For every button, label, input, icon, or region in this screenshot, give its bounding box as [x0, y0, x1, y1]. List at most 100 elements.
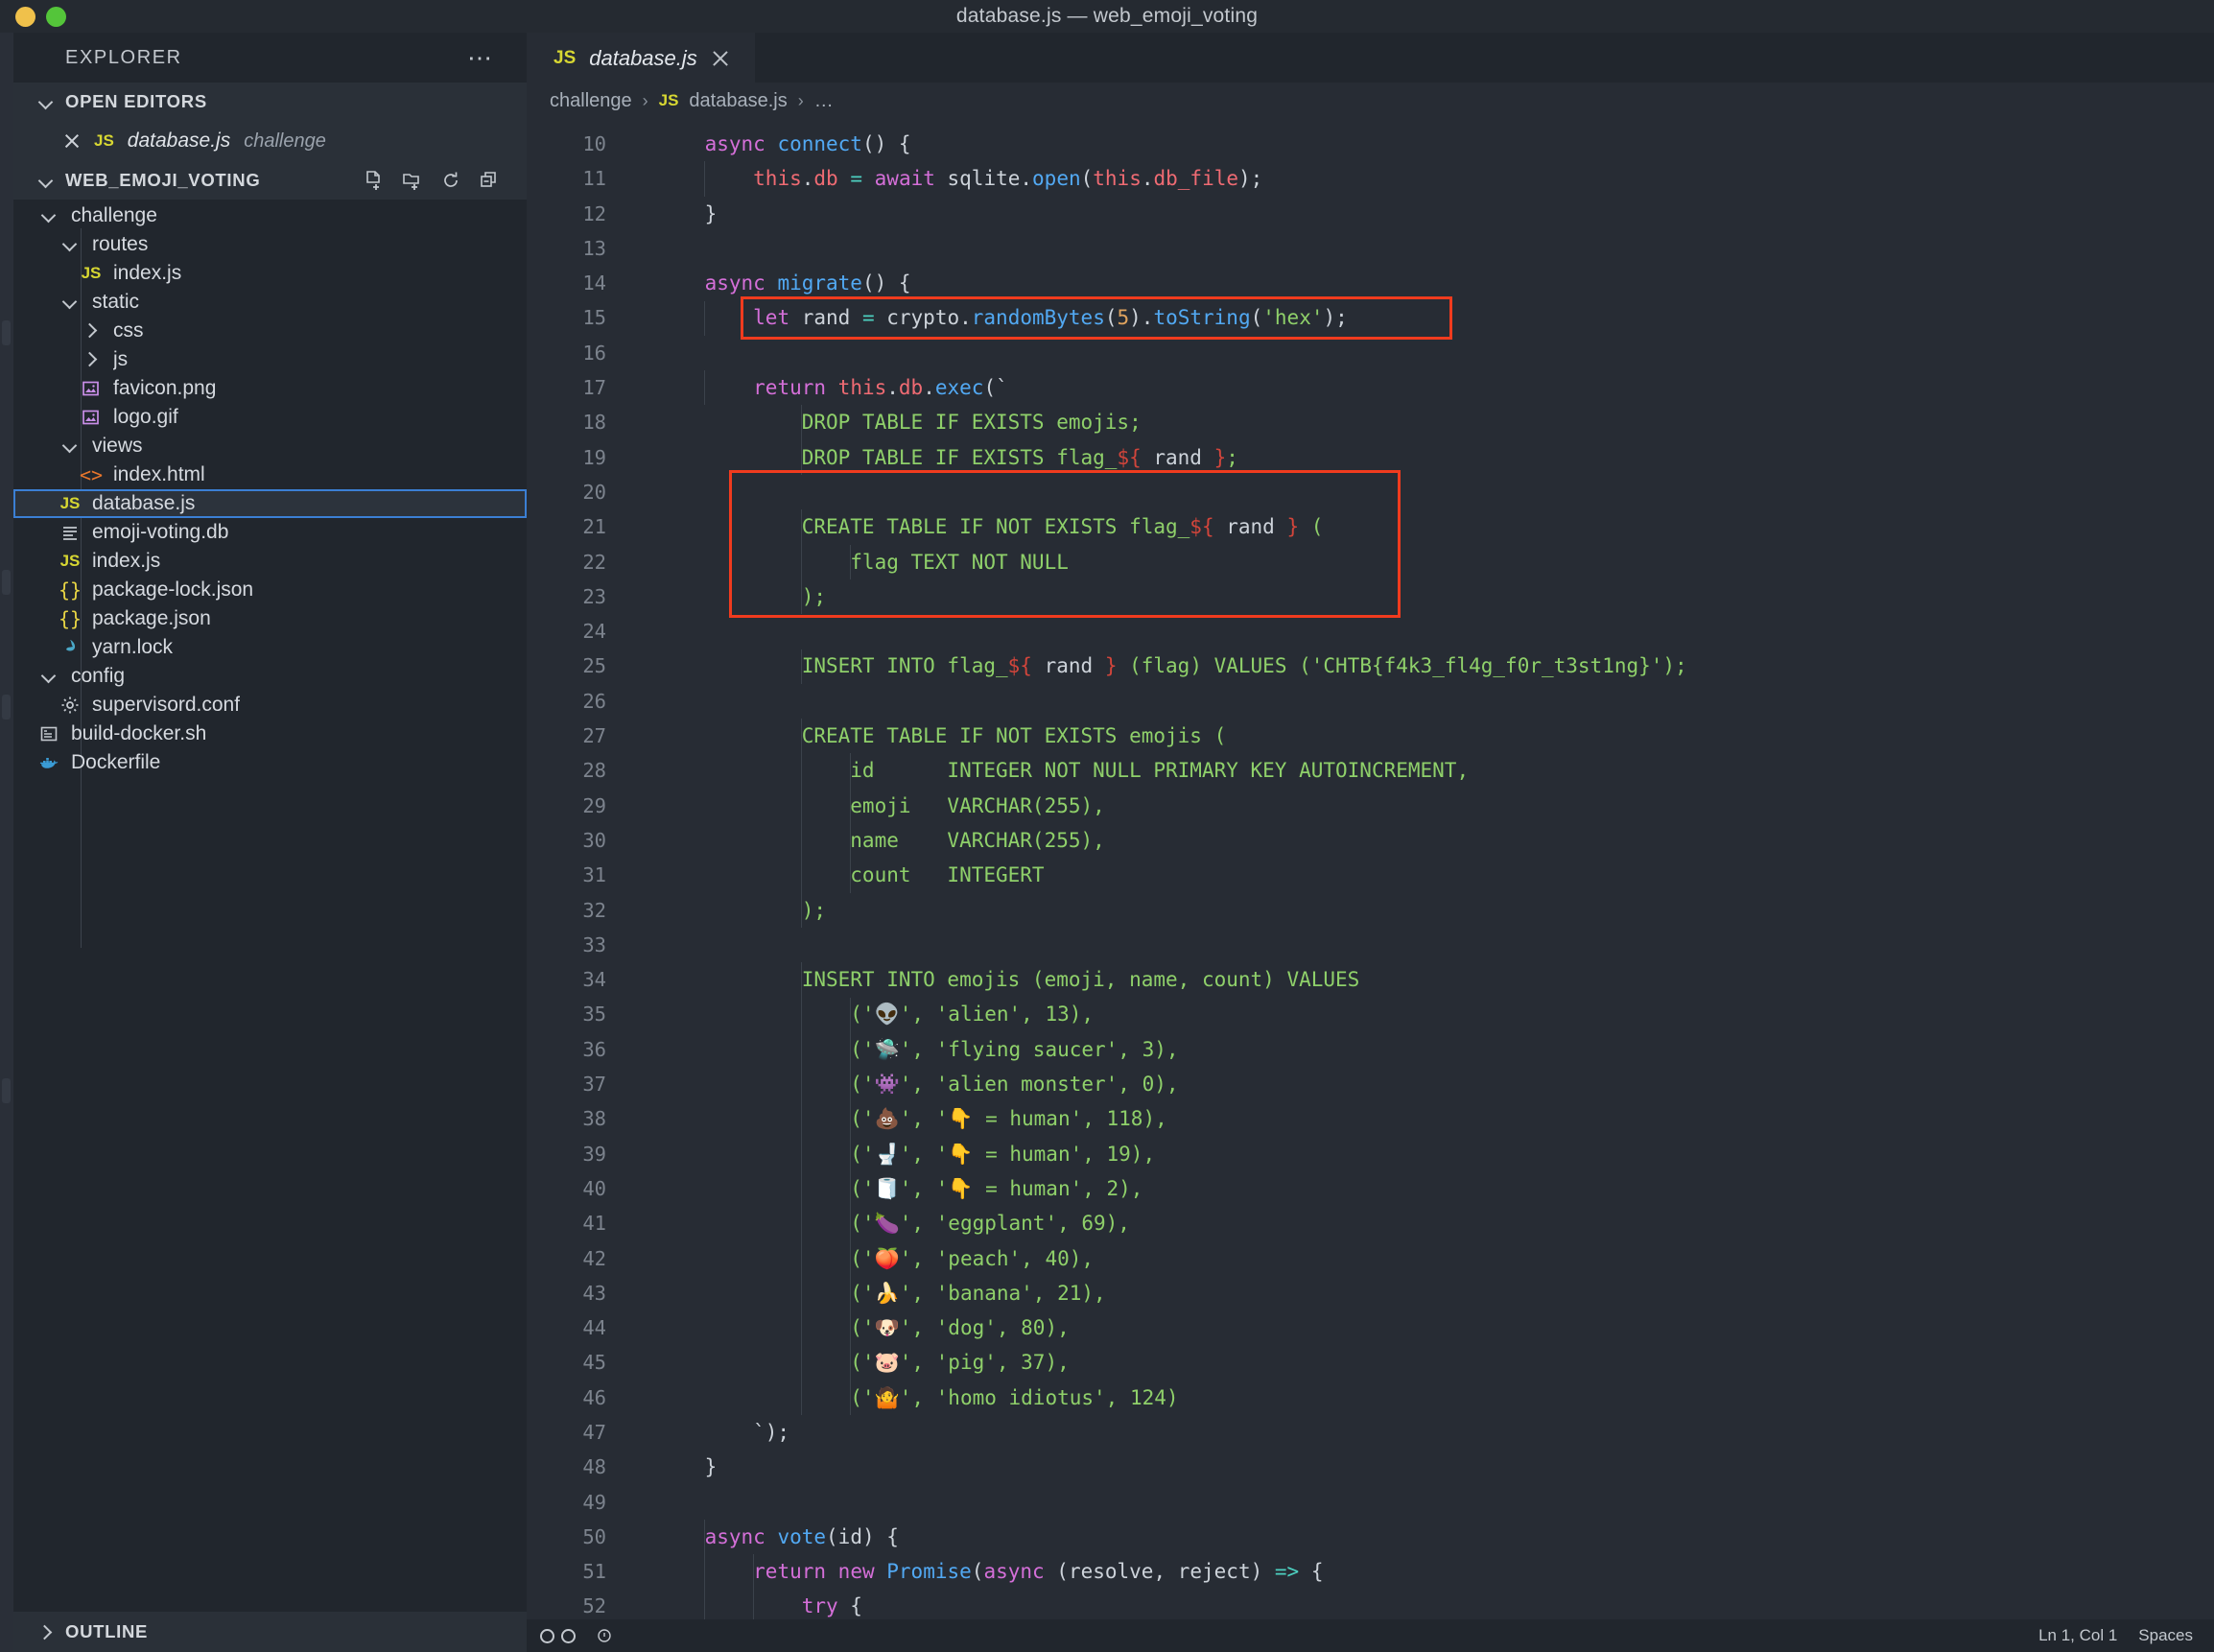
line-number: 30: [582, 828, 606, 852]
breadcrumb-item-folder[interactable]: challenge: [550, 90, 632, 112]
code-line[interactable]: ('🐶', 'dog', 80),: [656, 1310, 2214, 1345]
code-line[interactable]: [656, 928, 2214, 962]
code-line[interactable]: [656, 475, 2214, 509]
editor-tab-bar[interactable]: JS database.js: [527, 33, 2214, 83]
docker-icon: [36, 751, 61, 774]
line-number: 40: [582, 1176, 606, 1200]
code-token: ('🤷', 'homo idiotus', 124): [656, 1385, 1179, 1409]
tree-file-index-js[interactable]: JS index.js: [13, 547, 527, 576]
code-line[interactable]: ('🍑', 'peach', 40),: [656, 1241, 2214, 1276]
chevron-down-icon: [58, 236, 82, 253]
code-line[interactable]: CREATE TABLE IF NOT EXISTS flag_${ rand …: [656, 509, 2214, 544]
tree-file-package-json[interactable]: {} package.json: [13, 604, 527, 633]
code-line[interactable]: ('🚽', '👇 = human', 19),: [656, 1137, 2214, 1171]
breadcrumb-item-symbol[interactable]: …: [814, 90, 834, 112]
tab-database-js[interactable]: JS database.js: [527, 33, 755, 83]
tree-file-package-lock-json[interactable]: {} package-lock.json: [13, 576, 527, 604]
code-line[interactable]: ('🛸', 'flying saucer', 3),: [656, 1032, 2214, 1067]
collapse-all-icon[interactable]: [479, 170, 500, 191]
tree-file-yarn-lock[interactable]: yarn.lock: [13, 633, 527, 662]
open-editor-item-database-js[interactable]: JS database.js challenge: [13, 121, 527, 161]
code-token: ('🛸', 'flying saucer', 3),: [656, 1037, 1179, 1061]
status-bar[interactable]: Ln 1, Col 1 Spaces: [527, 1619, 2214, 1652]
tree-folder-config[interactable]: config: [13, 662, 527, 691]
breadcrumb[interactable]: challenge › JS database.js › …: [527, 83, 2214, 119]
code-line[interactable]: async vote(id) {: [656, 1520, 2214, 1554]
code-token: rand: [1031, 654, 1105, 678]
code-line[interactable]: [656, 231, 2214, 266]
file-tree[interactable]: challenge routes JS index.js static css js favi…: [13, 200, 527, 1612]
code-line[interactable]: [656, 336, 2214, 370]
code-line[interactable]: ('👽', 'alien', 13),: [656, 997, 2214, 1031]
tree-file-logo-gif[interactable]: logo.gif: [13, 403, 527, 432]
code-line[interactable]: id INTEGER NOT NULL PRIMARY KEY AUTOINCR…: [656, 753, 2214, 788]
code-line[interactable]: count INTEGERT: [656, 858, 2214, 892]
tree-folder-css[interactable]: css: [13, 317, 527, 345]
code-line[interactable]: DROP TABLE IF EXISTS emojis;: [656, 405, 2214, 439]
code-line[interactable]: INSERT INTO flag_${ rand } (flag) VALUES…: [656, 649, 2214, 683]
tree-file-dockerfile[interactable]: Dockerfile: [13, 748, 527, 777]
new-folder-icon[interactable]: [402, 170, 423, 191]
code-line[interactable]: [656, 614, 2214, 649]
code-line[interactable]: CREATE TABLE IF NOT EXISTS emojis (: [656, 719, 2214, 753]
code-line[interactable]: ('💩', '👇 = human', 118),: [656, 1101, 2214, 1136]
cursor-position[interactable]: Ln 1, Col 1: [2038, 1626, 2117, 1645]
indent-guide: [752, 1554, 754, 1619]
tree-folder-js[interactable]: js: [13, 345, 527, 374]
code-line[interactable]: INSERT INTO emojis (emoji, name, count) …: [656, 962, 2214, 997]
code-editor[interactable]: 10 11 12 13 14 15 16 17 18 19 20 21 22 23 24 25 26 27 28 29…: [527, 119, 2214, 1619]
code-line[interactable]: name VARCHAR(255),: [656, 823, 2214, 858]
tree-folder-routes[interactable]: routes: [13, 230, 527, 259]
ellipsis-icon[interactable]: ⋯: [467, 45, 494, 70]
open-editors-section-header[interactable]: OPEN EDITORS: [13, 83, 527, 121]
tree-folder-views[interactable]: views: [13, 432, 527, 460]
tree-file-favicon-png[interactable]: favicon.png: [13, 374, 527, 403]
outline-section-header[interactable]: OUTLINE: [13, 1612, 527, 1652]
tree-file-emoji-voting-db[interactable]: emoji-voting.db: [13, 518, 527, 547]
code-line[interactable]: ('🧻', '👇 = human', 2),: [656, 1171, 2214, 1206]
tree-file-supervisord-conf[interactable]: supervisord.conf: [13, 691, 527, 720]
tree-file-index-html[interactable]: <> index.html: [13, 460, 527, 489]
code-line[interactable]: let rand = crypto.randomBytes(5).toStrin…: [656, 300, 2214, 335]
code-line[interactable]: return new Promise(async (resolve, rejec…: [656, 1554, 2214, 1589]
code-line[interactable]: `);: [656, 1415, 2214, 1450]
code-line[interactable]: emoji VARCHAR(255),: [656, 789, 2214, 823]
code-line[interactable]: async migrate() {: [656, 266, 2214, 300]
tree-file-build-docker-sh[interactable]: build-docker.sh: [13, 720, 527, 748]
indentation-setting[interactable]: Spaces: [2138, 1626, 2193, 1645]
code-content[interactable]: async connect() { this.db = await sqlite…: [627, 119, 2214, 1619]
code-line[interactable]: ('🤷', 'homo idiotus', 124): [656, 1381, 2214, 1415]
tree-file-index-js[interactable]: JS index.js: [13, 259, 527, 288]
breadcrumb-item-file[interactable]: database.js: [689, 90, 787, 112]
code-line[interactable]: try {: [656, 1589, 2214, 1619]
code-line[interactable]: DROP TABLE IF EXISTS flag_${ rand };: [656, 440, 2214, 475]
tree-folder-challenge[interactable]: challenge: [13, 201, 527, 230]
close-icon[interactable]: [63, 132, 81, 150]
indent-guide: [849, 544, 851, 579]
code-line[interactable]: ('🍆', 'eggplant', 69),: [656, 1206, 2214, 1240]
code-line[interactable]: async connect() {: [656, 127, 2214, 161]
code-line[interactable]: [656, 1485, 2214, 1520]
code-line[interactable]: this.db = await sqlite.open(this.db_file…: [656, 161, 2214, 196]
code-line[interactable]: }: [656, 197, 2214, 231]
tree-folder-static[interactable]: static: [13, 288, 527, 317]
code-line[interactable]: ('🐷', 'pig', 37),: [656, 1345, 2214, 1380]
code-line[interactable]: }: [656, 1450, 2214, 1484]
new-file-icon[interactable]: [364, 170, 385, 191]
code-token: randomBytes: [971, 306, 1105, 330]
code-line[interactable]: flag TEXT NOT NULL: [656, 545, 2214, 579]
refresh-icon[interactable]: [440, 170, 461, 191]
problems-icon[interactable]: [597, 1628, 612, 1643]
code-line[interactable]: );: [656, 893, 2214, 928]
code-line[interactable]: ('👾', 'alien monster', 0),: [656, 1067, 2214, 1101]
close-icon[interactable]: [711, 49, 730, 68]
code-line[interactable]: return this.db.exec(`: [656, 370, 2214, 405]
workspace-section-header[interactable]: WEB_EMOJI_VOTING: [13, 161, 527, 200]
code-line[interactable]: [656, 684, 2214, 719]
activity-bar[interactable]: [0, 33, 13, 1652]
tree-file-database-js[interactable]: JS database.js: [13, 489, 527, 518]
code-line[interactable]: );: [656, 579, 2214, 614]
code-line[interactable]: ('🍌', 'banana', 21),: [656, 1276, 2214, 1310]
remote-icon[interactable]: [540, 1628, 576, 1643]
